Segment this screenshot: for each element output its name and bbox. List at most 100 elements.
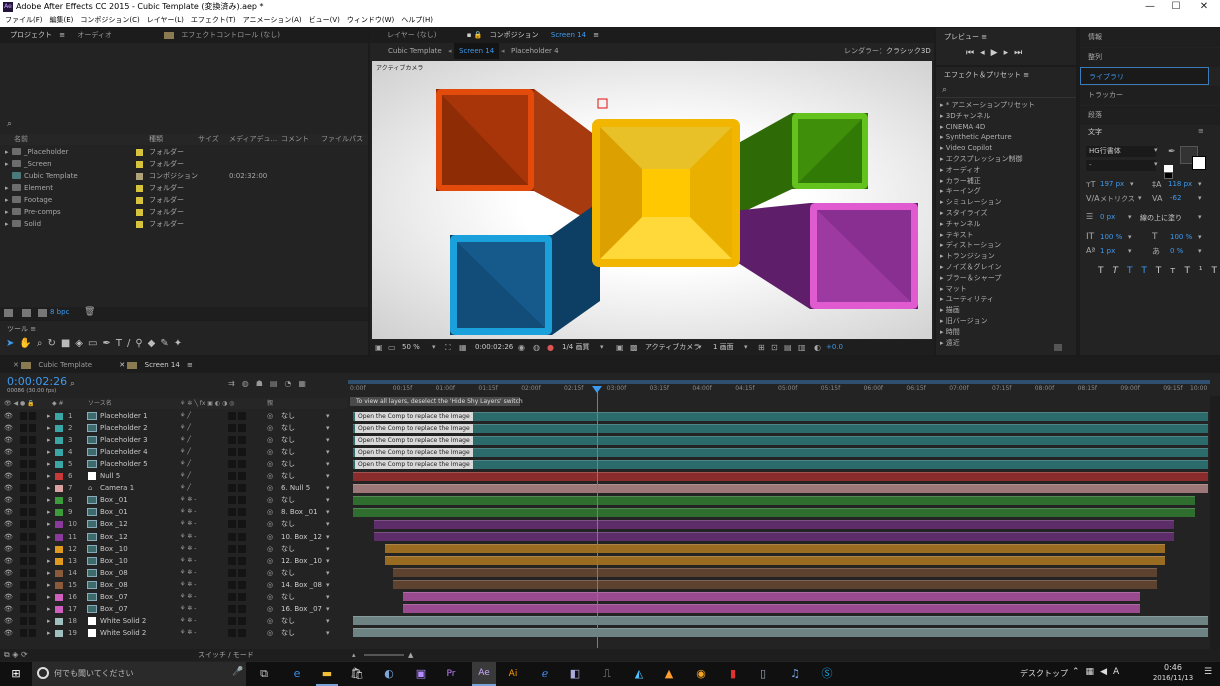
stroke-width-value[interactable]: 0 px (1100, 213, 1115, 221)
pickwhip-icon[interactable]: ◎ (267, 422, 273, 434)
label-color-swatch[interactable] (55, 533, 63, 541)
layer-switches[interactable]: ⚘ ✲ - (180, 579, 196, 591)
viewer-timecode[interactable]: 0:00:02:26 (475, 340, 513, 355)
label-color-swatch[interactable] (55, 557, 63, 565)
vertical-scale-value[interactable]: 100 % (1100, 233, 1122, 241)
visibility-eye-icon[interactable]: 👁 (4, 579, 13, 591)
lock-switch[interactable] (29, 448, 36, 457)
app-icon-blue[interactable]: ◐ (378, 662, 400, 686)
views-select[interactable]: 1 画面 (713, 340, 734, 355)
channel-icon[interactable]: ● (547, 340, 554, 355)
list-item[interactable]: ▸ * アニメーションプリセット (940, 100, 1035, 111)
layer-row[interactable]: 👁 ▸ 17 Box _07 ⚘ ✲ - ◎ 16. Box _07 ▾ (0, 603, 346, 615)
layer-duration-bar[interactable] (393, 568, 1157, 578)
chevron-down-icon[interactable]: ▾ (1138, 194, 1142, 202)
layer-switches[interactable]: ⚘ ✲ - (180, 603, 196, 615)
chevron-down-icon[interactable]: ▾ (326, 555, 330, 567)
tsume-value[interactable]: 0 % (1170, 247, 1183, 255)
list-item[interactable]: ▸ オーディオ (940, 165, 980, 176)
lock-switch[interactable] (29, 472, 36, 481)
list-item[interactable]: ▸ ブラー＆シャープ (940, 273, 1001, 284)
trackmatte-cell[interactable] (238, 436, 246, 445)
mode-cell[interactable] (228, 592, 236, 601)
layer-switches[interactable]: ⚘ ╱ (180, 458, 191, 470)
expand-arrow-icon[interactable]: ▸ (47, 531, 51, 543)
camera-tool-icon[interactable]: ■ (61, 338, 75, 349)
pickwhip-icon[interactable]: ◎ (267, 579, 273, 591)
layer-duration-bar[interactable]: Open the Comp to replace the Image (353, 411, 1208, 421)
list-item[interactable]: ▸ Synthetic Aperture (940, 132, 1012, 143)
region-icon[interactable]: ▭ (388, 340, 396, 355)
layer-switches[interactable]: ⚘ ╱ (180, 482, 191, 494)
layer-row[interactable]: 👁 ▸ 10 Box _12 ⚘ ✲ - ◎ なし ▾ (0, 518, 346, 530)
chevron-down-icon[interactable]: ▾ (1130, 180, 1134, 188)
layer-switches[interactable]: ⚘ ╱ (180, 446, 191, 458)
pickwhip-icon[interactable]: ◎ (267, 567, 273, 579)
premiere-icon[interactable]: Pr (440, 662, 462, 686)
layer-name[interactable]: Placeholder 3 (100, 434, 148, 446)
layer-row[interactable]: 👁 ▸ 6 Null 5 ⚘ ╱ ◎ なし ▾ (0, 470, 346, 482)
parent-select[interactable]: 12. Box _10 (281, 555, 322, 567)
solo-switch[interactable] (20, 616, 27, 625)
solo-switch[interactable] (20, 448, 27, 457)
trackmatte-cell[interactable] (238, 544, 246, 553)
expand-arrow-icon[interactable]: ▸ (47, 506, 51, 518)
new-bin-icon[interactable] (1054, 344, 1062, 351)
parent-select[interactable]: 10. Box _12 (281, 531, 322, 543)
chevron-down-icon[interactable]: ▾ (326, 506, 330, 518)
cortana-search[interactable]: 何でも聞いてください 🎤 (32, 662, 246, 686)
layer-switches[interactable]: ⚘ ╱ (180, 434, 191, 446)
parent-select[interactable]: なし (281, 434, 295, 446)
pickwhip-icon[interactable]: ◎ (267, 615, 273, 627)
chevron-down-icon[interactable]: ▾ (1198, 247, 1202, 255)
parent-select[interactable]: 8. Box _01 (281, 506, 318, 518)
pickwhip-icon[interactable]: ◎ (267, 591, 273, 603)
list-item[interactable]: ▸ CINEMA 4D (940, 122, 985, 133)
chevron-down-icon[interactable]: ▾ (326, 567, 330, 579)
tab-info[interactable]: 情報 (1080, 28, 1220, 47)
roto-tool-icon[interactable]: ✎ (160, 338, 173, 349)
label-color-swatch[interactable] (55, 485, 63, 493)
black-swatch[interactable] (1164, 172, 1173, 179)
roi-icon[interactable]: ▣ (616, 340, 624, 355)
tab-composition[interactable]: ▪ 🔒 コンポジション Screen 14 ≡ (462, 28, 604, 43)
pickwhip-icon[interactable]: ◎ (267, 531, 273, 543)
tab-cubic-template[interactable]: ✕ Cubic Template (8, 357, 102, 373)
expand-arrow-icon[interactable]: ▸ (47, 567, 51, 579)
menu-effect[interactable]: エフェクト(T) (191, 14, 236, 27)
solo-switch[interactable] (20, 556, 27, 565)
mode-cell[interactable] (228, 580, 236, 589)
expand-arrow-icon[interactable]: ▸ (47, 470, 51, 482)
small-caps-icon[interactable]: Tт (1156, 266, 1185, 276)
pickwhip-icon[interactable]: ◎ (267, 470, 273, 482)
mode-cell[interactable] (228, 568, 236, 577)
layer-name[interactable]: White Solid 2 (100, 615, 146, 627)
microphone-icon[interactable]: 🎤 (232, 667, 243, 677)
layer-duration-bar[interactable] (402, 592, 1140, 602)
expand-arrow-icon[interactable]: ▸ (47, 603, 51, 615)
timeline-icon[interactable]: ▤ (784, 340, 792, 355)
chevron-down-icon[interactable]: ▾ (326, 615, 330, 627)
pickwhip-icon[interactable]: ◎ (267, 518, 273, 530)
layer-row[interactable]: 👁 ▸ 5 Placeholder 5 ⚘ ╱ ◎ なし ▾ (0, 458, 346, 470)
col-file-path[interactable]: ファイルパス (321, 134, 363, 145)
expand-arrow-icon[interactable]: ▸ (47, 627, 51, 639)
chevron-down-icon[interactable]: ▾ (326, 627, 330, 639)
layer-name[interactable]: Placeholder 1 (100, 410, 148, 422)
kerning-value[interactable]: メトリクス (1100, 194, 1135, 204)
chevron-down-icon[interactable]: ▾ (326, 446, 330, 458)
list-item[interactable]: ▸ キーイング (940, 186, 981, 197)
layer-name[interactable]: Box _12 (100, 518, 128, 530)
solo-switch[interactable] (20, 436, 27, 445)
layer-row[interactable]: 👁 ▸ 14 Box _08 ⚘ ✲ - ◎ なし ▾ (0, 567, 346, 579)
expand-arrow-icon[interactable]: ▸ (47, 494, 51, 506)
trackmatte-cell[interactable] (238, 556, 246, 565)
trash-icon[interactable]: 🗑 (84, 307, 95, 317)
layer-duration-bar[interactable] (374, 519, 1174, 529)
layer-row[interactable]: 👁 ▸ 1 Placeholder 1 ⚘ ╱ ◎ なし ▾ (0, 410, 346, 422)
horizontal-scale-value[interactable]: 100 % (1170, 233, 1192, 241)
toggle-switches-modes[interactable]: スイッチ / モード (198, 649, 254, 661)
trackmatte-cell[interactable] (238, 484, 246, 493)
mode-cell[interactable] (228, 448, 236, 457)
flowchart-icon[interactable]: ▥ (798, 340, 806, 355)
